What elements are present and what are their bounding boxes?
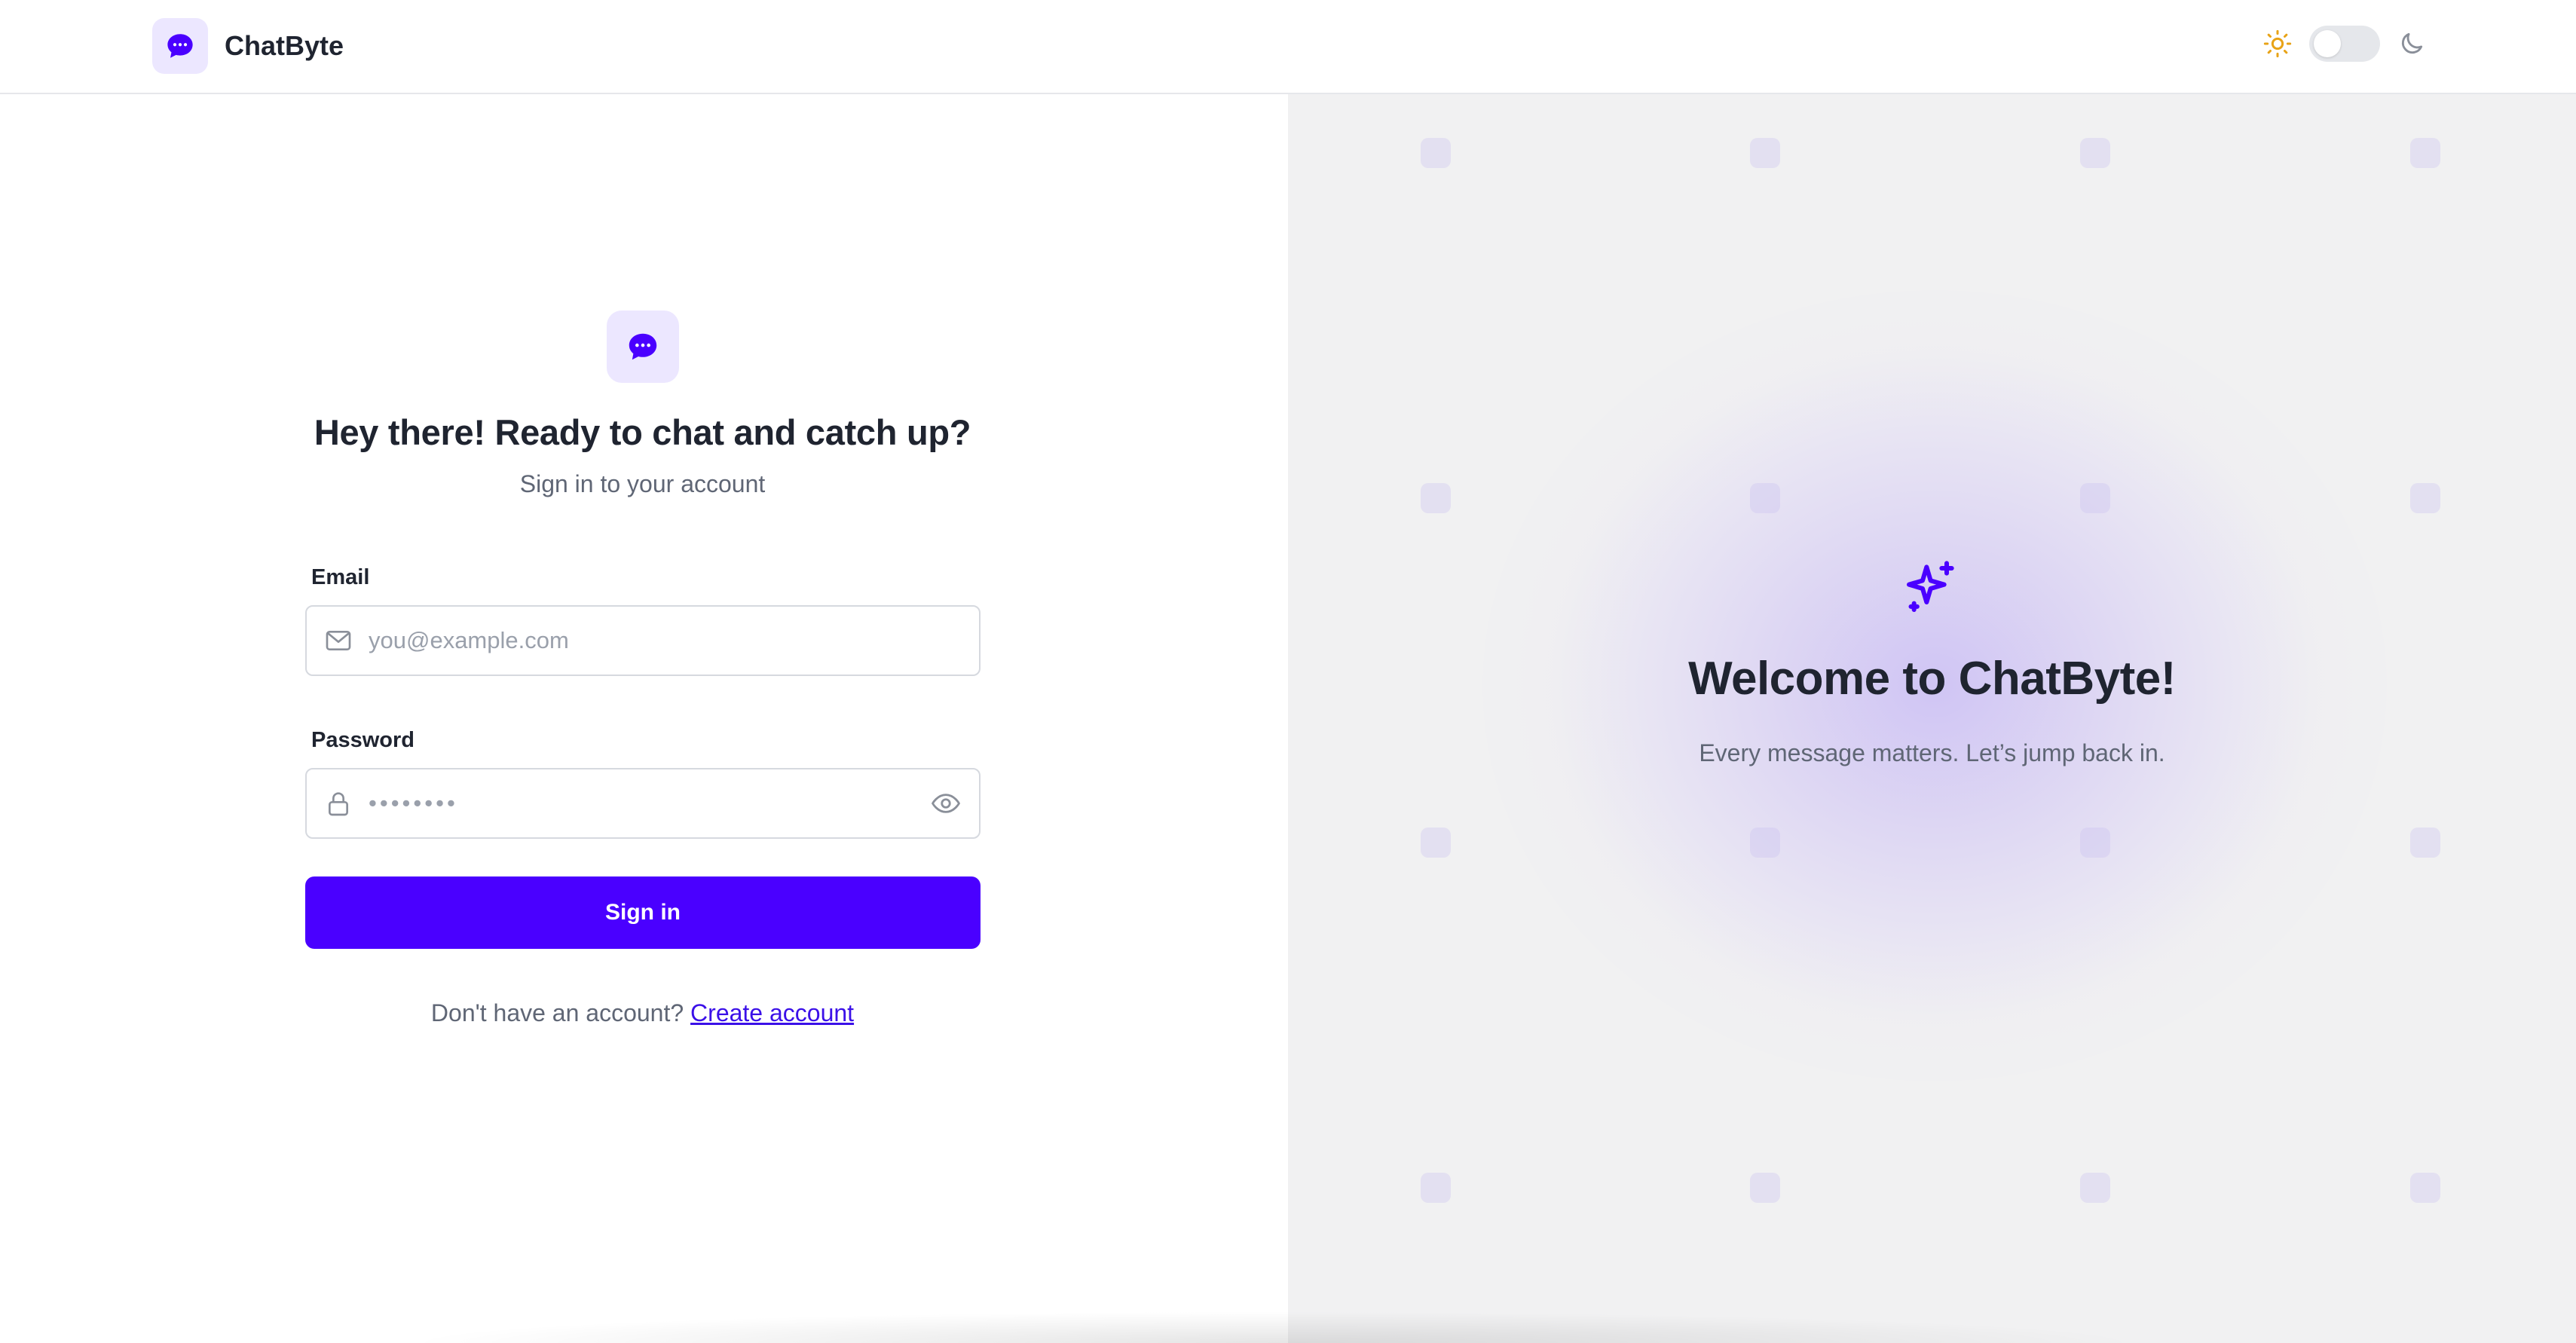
pattern-dot — [2080, 1173, 2110, 1203]
pattern-dot — [2080, 828, 2110, 858]
sparkles-icon — [1900, 555, 1963, 619]
signin-button[interactable]: Sign in — [305, 876, 981, 949]
signup-row: Don't have an account? Create account — [0, 999, 1285, 1027]
pattern-dot — [1421, 138, 1451, 168]
password-input[interactable] — [369, 790, 928, 817]
pattern-dot — [2080, 483, 2110, 513]
theme-toggle[interactable] — [2309, 26, 2380, 62]
email-field[interactable] — [305, 605, 981, 676]
chat-bubble-icon — [152, 18, 208, 74]
page-subtitle: Sign in to your account — [519, 470, 766, 497]
pattern-dot — [1421, 1173, 1451, 1203]
toggle-knob — [2314, 30, 2341, 57]
pattern-dot — [2410, 138, 2440, 168]
pattern-dot — [1421, 828, 1451, 858]
welcome-pane: Welcome to ChatByte! Every message matte… — [1288, 94, 2576, 1343]
moon-icon — [2395, 27, 2428, 60]
brand[interactable]: ChatByte — [152, 18, 344, 74]
pattern-dot — [2410, 483, 2440, 513]
welcome-title: Welcome to ChatByte! — [1688, 653, 2176, 705]
signin-pane — [0, 94, 1288, 1343]
pattern-dot — [1750, 483, 1780, 513]
pattern-dot — [1750, 138, 1780, 168]
mail-icon — [322, 624, 355, 657]
theme-switch — [2261, 26, 2428, 62]
pattern-dot — [1750, 1173, 1780, 1203]
bottom-shadow — [399, 1311, 2148, 1343]
brand-name: ChatByte — [225, 30, 344, 61]
password-field[interactable] — [305, 768, 981, 839]
welcome-subtitle: Every message matters. Let’s jump back i… — [1699, 739, 2165, 766]
sun-icon — [2261, 27, 2294, 60]
top-header: ChatByte — [0, 0, 2576, 94]
pattern-dot — [2410, 828, 2440, 858]
pattern-dot — [2080, 138, 2110, 168]
pattern-dot — [1421, 483, 1451, 513]
pattern-dot — [1750, 828, 1780, 858]
email-label: Email — [311, 565, 370, 589]
signup-prompt: Don't have an account? — [430, 999, 684, 1026]
password-label: Password — [311, 728, 415, 752]
email-input[interactable] — [369, 627, 979, 654]
lock-icon — [322, 787, 355, 820]
chat-bubble-icon — [607, 311, 679, 383]
eye-icon[interactable] — [928, 785, 964, 821]
login-page: ChatByte Hey there! Ready to chat and ca… — [0, 0, 2576, 1343]
page-title: Hey there! Ready to chat and catch up? — [314, 412, 971, 452]
create-account-link[interactable]: Create account — [690, 999, 854, 1026]
pattern-dot — [2410, 1173, 2440, 1203]
